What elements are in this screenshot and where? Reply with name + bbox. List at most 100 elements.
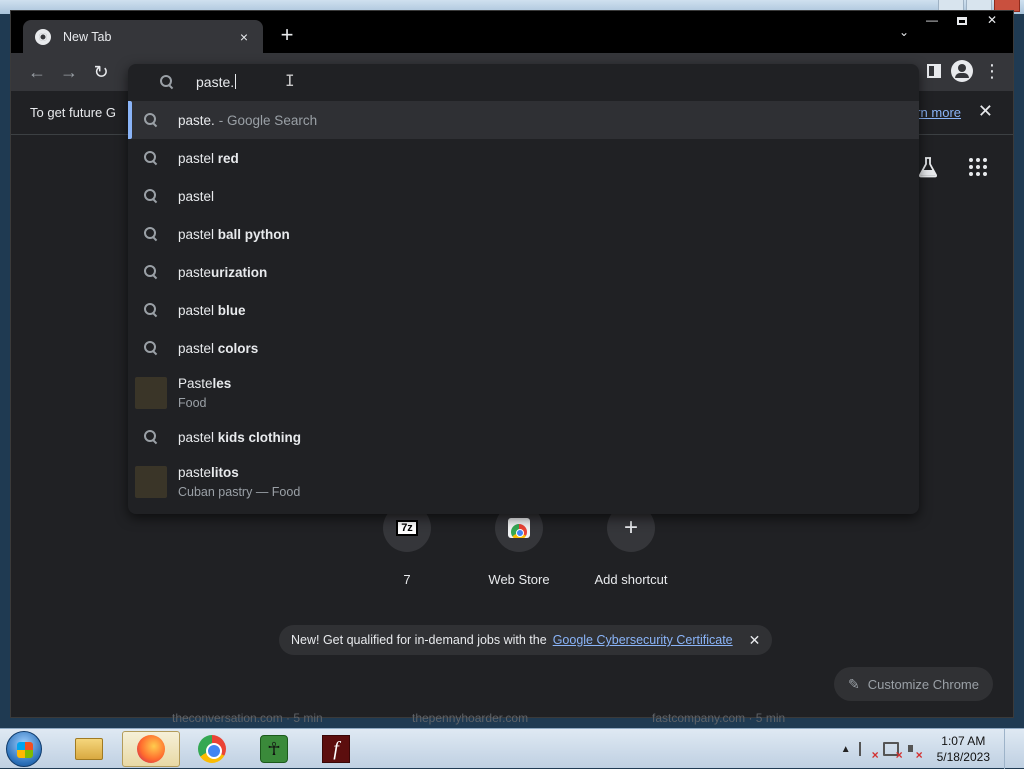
- back-icon[interactable]: ←: [25, 60, 49, 84]
- search-icon: [144, 265, 158, 279]
- maximize-button[interactable]: [947, 11, 977, 31]
- suggestion-text: pastelitos: [178, 464, 239, 480]
- chrome-icon: [198, 735, 226, 763]
- minimize-button[interactable]: —: [917, 11, 947, 31]
- taskbar-firefox[interactable]: [122, 731, 180, 767]
- web-store-icon: [508, 518, 530, 538]
- search-icon: [144, 151, 158, 165]
- suggestion-item[interactable]: pastel blue: [128, 291, 919, 329]
- info-bar-close-icon[interactable]: ✕: [978, 101, 993, 122]
- side-panel-icon[interactable]: [927, 64, 941, 78]
- info-bar-text: To get future G: [30, 105, 116, 120]
- tab-title: New Tab: [63, 29, 112, 44]
- google-apps-icon[interactable]: [969, 158, 987, 176]
- flash-icon: f: [322, 735, 350, 763]
- suggestion-text: paste. - Google Search: [178, 112, 318, 128]
- suggestion-text: pastel kids clothing: [178, 429, 302, 445]
- shortcut-7[interactable]: 7z 7: [357, 504, 457, 587]
- suggestion-text: pastel colors: [178, 340, 259, 356]
- forward-icon[interactable]: →: [57, 60, 81, 84]
- shortcut-label: Web Store: [488, 572, 550, 587]
- omnibox-input[interactable]: paste.: [128, 64, 919, 100]
- start-button[interactable]: [6, 731, 42, 767]
- shortcut-web-store[interactable]: Web Store: [469, 504, 569, 587]
- chrome-labs-icon[interactable]: [917, 156, 939, 178]
- suggestion-subtitle: Cuban pastry — Food: [178, 484, 301, 499]
- app-green-icon: ☥: [260, 735, 288, 763]
- suggestion-entity[interactable]: Pasteles Food: [128, 367, 919, 418]
- window-controls: — ✕: [917, 11, 1007, 31]
- promo-link[interactable]: Google Cybersecurity Certificate: [553, 633, 733, 647]
- suggestion-text: pasteurization: [178, 264, 268, 280]
- reload-icon[interactable]: ↻: [89, 60, 113, 84]
- system-tray: ▲ 1:07 AM 5/18/2023: [841, 729, 1014, 769]
- 7z-icon: 7z: [396, 520, 418, 536]
- suggestion-text: Pasteles: [178, 375, 232, 391]
- chrome-menu-icon[interactable]: ⋮: [983, 60, 1001, 82]
- suggestion-text: pastel red: [178, 150, 239, 166]
- windows-taskbar: ☥ f ▲ 1:07 AM 5/18/2023: [0, 728, 1024, 769]
- promo-close-icon[interactable]: ✕: [749, 632, 761, 649]
- shortcuts-row: 7z 7 Web Store + Add shortcut: [357, 504, 681, 587]
- network-icon[interactable]: [882, 742, 903, 762]
- shortcut-label: Add shortcut: [594, 572, 668, 587]
- search-icon: [144, 341, 158, 355]
- shortcut-label: 7: [403, 572, 411, 587]
- suggestion-list: paste. - Google Search pastel red pastel pas…: [128, 101, 919, 507]
- search-icon: [144, 303, 158, 317]
- taskbar-explorer[interactable]: [60, 731, 118, 767]
- suggestion-google-search[interactable]: paste. - Google Search: [128, 101, 919, 139]
- folder-icon: [75, 738, 103, 760]
- taskbar-app-green[interactable]: ☥: [245, 731, 303, 767]
- suggestion-item[interactable]: pastel red: [128, 139, 919, 177]
- tab-strip: New Tab × + ⌄ — ✕: [11, 11, 1013, 53]
- background-ghost-text: fastcompany.com · 5 min: [652, 711, 786, 725]
- promo-banner: New! Get qualified for in-demand jobs wi…: [279, 625, 773, 655]
- new-tab-button[interactable]: +: [275, 23, 299, 47]
- taskbar-chrome[interactable]: [183, 731, 241, 767]
- suggestion-subtitle: Food: [178, 395, 207, 410]
- tab-close-icon[interactable]: ×: [235, 29, 253, 45]
- clock-date: 5/18/2023: [936, 750, 990, 764]
- taskbar-flash[interactable]: f: [307, 731, 365, 767]
- omnibox-value: paste.: [196, 74, 237, 90]
- chrome-window: New Tab × + ⌄ — ✕ ← → ↻ ⋮ To get future …: [10, 10, 1014, 718]
- plus-icon: +: [623, 514, 638, 541]
- suggestion-entity[interactable]: pastelitos Cuban pastry — Food: [128, 456, 919, 507]
- volume-icon[interactable]: [907, 742, 923, 762]
- search-icon: [160, 75, 174, 89]
- background-ghost-text: thepennyhoarder.com: [412, 711, 529, 725]
- suggestion-text: pastel: [178, 188, 215, 204]
- customize-chrome-label: Customize Chrome: [867, 676, 979, 692]
- pencil-icon: ✎: [848, 675, 860, 692]
- tab-new-tab[interactable]: New Tab ×: [23, 20, 263, 53]
- search-icon: [144, 113, 158, 127]
- clock[interactable]: 1:07 AM 5/18/2023: [937, 733, 990, 765]
- suggestion-item[interactable]: pastel: [128, 177, 919, 215]
- background-ghost-text: theconversation.com · 5 min: [172, 711, 323, 725]
- clock-time: 1:07 AM: [941, 734, 986, 748]
- suggestion-item[interactable]: pastel ball python: [128, 215, 919, 253]
- firefox-icon: [137, 735, 165, 763]
- customize-chrome-button[interactable]: ✎ Customize Chrome: [834, 667, 993, 701]
- search-icon: [144, 430, 158, 444]
- suggestion-item[interactable]: pastel kids clothing: [128, 418, 919, 456]
- suggestion-hint: - Google Search: [218, 112, 318, 128]
- entity-thumbnail: [135, 376, 167, 409]
- suggestion-text: pastel ball python: [178, 226, 290, 242]
- shortcut-add[interactable]: + Add shortcut: [581, 504, 681, 587]
- tab-search-chevron-icon[interactable]: ⌄: [899, 25, 909, 39]
- chrome-favicon-icon: [35, 28, 51, 45]
- profile-avatar-icon[interactable]: [951, 60, 973, 82]
- suggestion-item[interactable]: pastel colors: [128, 329, 919, 367]
- search-icon: [144, 189, 158, 203]
- show-hidden-icons-icon[interactable]: ▲: [841, 744, 851, 755]
- close-window-button[interactable]: ✕: [977, 11, 1007, 31]
- search-icon: [144, 227, 158, 241]
- suggestion-item[interactable]: pasteurization: [128, 253, 919, 291]
- toolbar-right-actions: ⋮: [927, 60, 1001, 82]
- show-desktop-button[interactable]: [1004, 729, 1014, 769]
- entity-thumbnail: [135, 465, 167, 498]
- action-center-icon[interactable]: [858, 742, 879, 762]
- omnibox-dropdown: paste. I paste. - Google Search pastel red…: [128, 64, 919, 514]
